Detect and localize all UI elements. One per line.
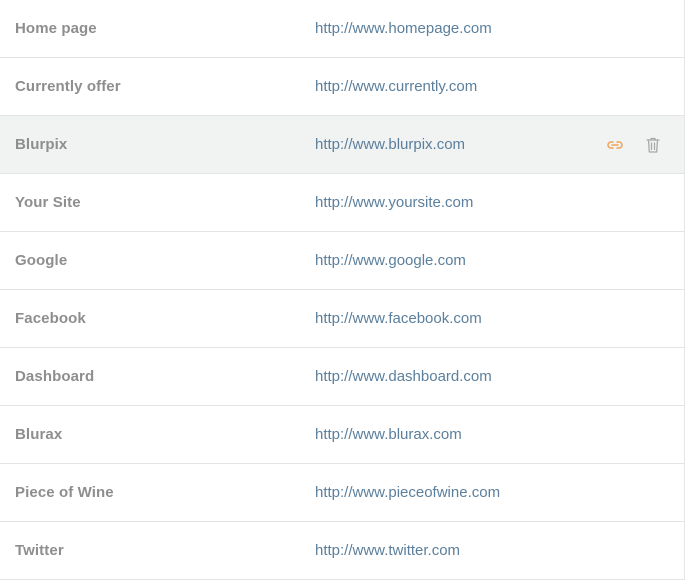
link-name: Blurpix: [15, 136, 68, 153]
link-name: Google: [15, 252, 68, 269]
list-item: Twitter http://www.twitter.com: [0, 522, 684, 580]
link-name: Your Site: [15, 194, 81, 211]
list-item: Piece of Wine http://www.pieceofwine.com: [0, 464, 684, 522]
link-name: Blurax: [15, 426, 63, 443]
list-item: Google http://www.google.com: [0, 232, 684, 290]
link-name: Currently offer: [15, 78, 121, 95]
link-name: Piece of Wine: [15, 484, 114, 501]
link-name: Twitter: [15, 542, 64, 559]
list-item-hovered: Blurpix http://www.blurpix.com: [0, 115, 684, 174]
link-icon[interactable]: [606, 136, 624, 154]
link-url[interactable]: http://www.blurpix.com: [315, 136, 465, 153]
link-url[interactable]: http://www.currently.com: [315, 78, 477, 95]
link-url[interactable]: http://www.dashboard.com: [315, 368, 492, 385]
list-item: Your Site http://www.yoursite.com: [0, 174, 684, 232]
link-url[interactable]: http://www.google.com: [315, 252, 466, 269]
link-url[interactable]: http://www.twitter.com: [315, 542, 460, 559]
link-name: Dashboard: [15, 368, 95, 385]
list-item: Currently offer http://www.currently.com: [0, 58, 684, 116]
link-url[interactable]: http://www.blurax.com: [315, 426, 462, 443]
link-url[interactable]: http://www.homepage.com: [315, 20, 492, 37]
list-item: Home page http://www.homepage.com: [0, 0, 684, 58]
link-name: Home page: [15, 20, 97, 37]
list-item: Dashboard http://www.dashboard.com: [0, 348, 684, 406]
list-item: Blurax http://www.blurax.com: [0, 406, 684, 464]
list-item: Facebook http://www.facebook.com: [0, 290, 684, 348]
link-url[interactable]: http://www.yoursite.com: [315, 194, 473, 211]
link-url[interactable]: http://www.facebook.com: [315, 310, 482, 327]
link-name: Facebook: [15, 310, 86, 327]
link-url[interactable]: http://www.pieceofwine.com: [315, 484, 500, 501]
link-list: Home page http://www.homepage.com Curren…: [0, 0, 685, 580]
trash-icon[interactable]: [644, 136, 662, 154]
row-actions: [606, 136, 662, 154]
